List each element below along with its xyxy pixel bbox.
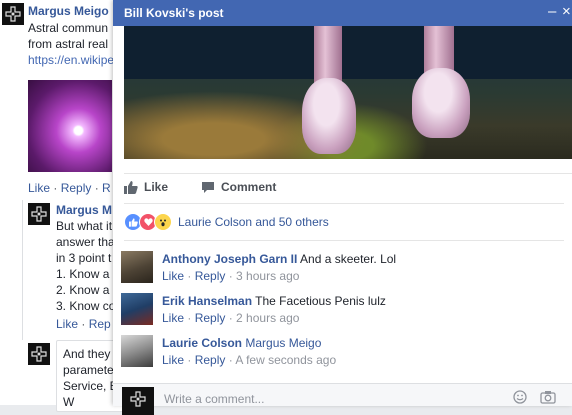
comment-composer [113, 383, 572, 415]
cross-emblem-icon [5, 6, 21, 22]
photo-caption-gap [124, 159, 572, 174]
background-feed: Margus Meigo Astral commun from astral r… [0, 0, 132, 412]
divider [124, 203, 564, 204]
close-button[interactable]: × [562, 4, 571, 20]
comment-author[interactable]: Laurie Colson [162, 336, 242, 350]
like-button[interactable]: Like [124, 180, 168, 194]
post-text-line: from astral real [28, 37, 109, 51]
post-action-bar: Like Comment [124, 176, 564, 200]
camera-icon[interactable] [540, 390, 556, 404]
reply-text-line: 1. Know a [56, 267, 110, 281]
comment-timestamp[interactable]: A few seconds ago [235, 353, 336, 367]
reply-box-line: And they [63, 347, 111, 361]
reply-box-line: Service, E [63, 379, 118, 393]
comment-bubble-icon [202, 181, 214, 193]
comment-like-link[interactable]: Like [162, 311, 184, 325]
avatar [122, 387, 154, 415]
comment-label: Comment [221, 180, 277, 194]
comment-body: Laurie Colson Margus Meigo [162, 336, 321, 350]
post-actions: Like · Reply · R [28, 181, 111, 195]
post-image[interactable] [28, 80, 112, 172]
comment-button[interactable]: Comment [201, 180, 276, 194]
minimize-button[interactable]: – [548, 4, 556, 20]
avatar[interactable] [121, 293, 153, 325]
comment-timestamp[interactable]: 2 hours ago [236, 311, 299, 325]
thread-divider [22, 200, 23, 340]
reply-text-line: 2. Know a [56, 283, 110, 297]
cross-emblem-icon [31, 206, 47, 222]
avatar[interactable] [28, 343, 50, 365]
reply-actions: Like · Rep [56, 317, 111, 331]
comment-body: Erik Hanselman The Facetious Penis lulz [162, 294, 386, 308]
post-author[interactable]: Margus Meigo [28, 4, 109, 19]
post-window: Bill Kovski's post – × Like Comment Laur… [113, 0, 572, 415]
comment: Laurie Colson Margus Meigo Like · Reply … [121, 335, 561, 371]
comment-timestamp[interactable]: 3 hours ago [236, 269, 299, 283]
avatar[interactable] [28, 203, 50, 225]
comment-reply-link[interactable]: Reply [195, 311, 226, 325]
comment-meta: Like · Reply · A few seconds ago [162, 353, 337, 367]
comment-like-link[interactable]: Like [162, 269, 184, 283]
like-link[interactable]: Like [56, 317, 78, 331]
comment-reply-link[interactable]: Reply [195, 269, 226, 283]
window-title: Bill Kovski's post [124, 6, 224, 20]
post-text-line: Astral commun [28, 21, 109, 35]
comment-author[interactable]: Anthony Joseph Garn II [162, 252, 297, 266]
comment: Anthony Joseph Garn II And a skeeter. Lo… [121, 251, 561, 287]
avatar[interactable] [121, 335, 153, 367]
reply-text-line: But what it [56, 219, 113, 233]
divider [124, 240, 564, 241]
reply-text-line: answer tha [56, 235, 115, 249]
reaction-link[interactable]: R [102, 181, 111, 195]
wow-reaction-icon [154, 213, 172, 231]
reactions-summary[interactable]: Laurie Colson and 50 others [124, 213, 329, 231]
comment-meta: Like · Reply · 3 hours ago [162, 269, 300, 283]
post-photo[interactable] [124, 26, 572, 159]
comment-meta: Like · Reply · 2 hours ago [162, 311, 300, 325]
comment-body: Anthony Joseph Garn II And a skeeter. Lo… [162, 252, 396, 266]
reply-text-line: 3. Know co [56, 299, 116, 313]
emoji-icon[interactable] [513, 390, 527, 404]
comment-text[interactable]: Margus Meigo [245, 336, 321, 350]
reply-link[interactable]: Rep [89, 317, 111, 331]
comment-input[interactable] [162, 389, 506, 409]
comment-text: And a skeeter. Lol [300, 252, 397, 266]
reply-author[interactable]: Margus M [56, 203, 112, 218]
like-label: Like [144, 180, 169, 194]
comment-text: The Facetious Penis lulz [255, 294, 386, 308]
reply-text-line: in 3 point t [56, 251, 112, 265]
thumbs-up-icon [124, 180, 138, 194]
comment-reply-link[interactable]: Reply [195, 353, 226, 367]
reactions-people[interactable]: Laurie Colson and 50 others [178, 215, 329, 229]
comment: Erik Hanselman The Facetious Penis lulz … [121, 293, 561, 329]
post-link[interactable]: https://en.wikipe [28, 53, 114, 68]
cross-emblem-icon [31, 346, 47, 362]
comment-author[interactable]: Erik Hanselman [162, 294, 252, 308]
reply-box-line: W [63, 395, 75, 409]
reply-link[interactable]: Reply [61, 181, 92, 195]
comment-like-link[interactable]: Like [162, 353, 184, 367]
like-link[interactable]: Like [28, 181, 50, 195]
avatar[interactable] [121, 251, 153, 283]
reply-box-line: paramete [63, 363, 114, 377]
post-window-titlebar[interactable]: Bill Kovski's post – × [113, 0, 572, 26]
avatar[interactable] [2, 3, 24, 25]
